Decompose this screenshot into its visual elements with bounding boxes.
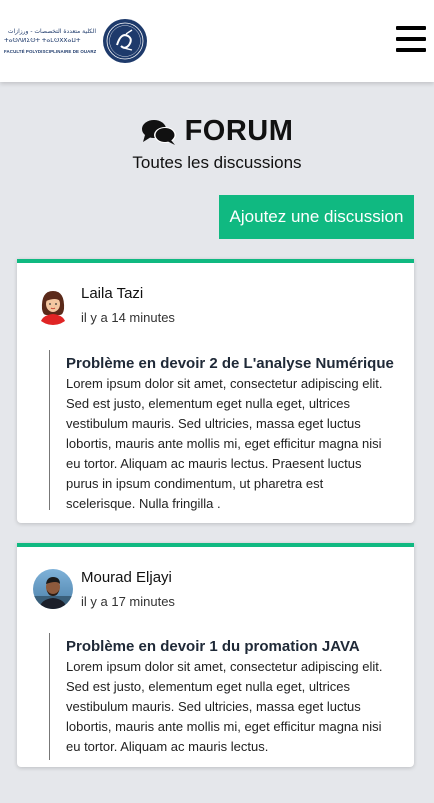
logo-text: الكلية متعددة التخصصات - ورزازات ⵜⴰⵙⴷⵍⵉⵙ… [4, 28, 96, 55]
faculty-logo[interactable]: الكلية متعددة التخصصات - ورزازات ⵜⴰⵙⴷⵍⵉⵙ… [4, 18, 148, 64]
menu-bar [396, 26, 426, 30]
female-avatar-icon [33, 285, 73, 325]
faculty-seal-icon [103, 19, 147, 63]
logo-french-text: FACULTÉ POLYDISCIPLINAIRE DE OUARZAZATE [4, 48, 96, 54]
page-title: FORUM [184, 115, 294, 147]
hamburger-menu-icon[interactable] [396, 24, 426, 54]
post-content: Problème en devoir 2 de L'analyse Numéri… [49, 350, 396, 511]
page-subtitle: Toutes les discussions [132, 153, 302, 172]
menu-bar [396, 37, 426, 41]
post-title[interactable]: Problème en devoir 1 du promation JAVA [66, 637, 396, 657]
menu-bar [396, 48, 426, 52]
logo-arabic-text: الكلية متعددة التخصصات - ورزازات [7, 27, 96, 35]
post-body: Lorem ipsum dolor sit amet, consectetur … [66, 659, 383, 754]
discussion-card[interactable]: Mourad Eljayi il y a 17 minutes Problème… [17, 543, 414, 767]
post-author: Laila Tazi il y a 14 minutes [33, 279, 175, 325]
title-row: FORUM [0, 115, 434, 148]
user-photo-icon [33, 569, 73, 609]
author-name[interactable]: Laila Tazi [81, 285, 175, 303]
logo-tifinagh-text: ⵜⴰⵙⴷⵍⵉⵙⵜ ⵜⴰⵎⵙⴳⴳⴰⵡⵜ [4, 37, 81, 44]
post-body: Lorem ipsum dolor sit amet, consectetur … [66, 376, 383, 511]
post-content: Problème en devoir 1 du promation JAVA L… [49, 633, 396, 760]
add-discussion-button[interactable]: Ajoutez une discussion [219, 195, 414, 239]
post-timestamp: il y a 14 minutes [81, 310, 175, 325]
comments-icon [141, 119, 176, 145]
post-author: Mourad Eljayi il y a 17 minutes [33, 563, 175, 609]
avatar[interactable] [33, 285, 73, 325]
app-header: الكلية متعددة التخصصات - ورزازات ⵜⴰⵙⴷⵍⵉⵙ… [0, 0, 434, 82]
post-title[interactable]: Problème en devoir 2 de L'analyse Numéri… [66, 354, 396, 374]
discussion-card[interactable]: Laila Tazi il y a 14 minutes Problème en… [17, 259, 414, 523]
avatar[interactable] [33, 569, 73, 609]
post-timestamp: il y a 17 minutes [81, 594, 175, 609]
page-heading: FORUM Toutes les discussions [0, 115, 434, 173]
author-name[interactable]: Mourad Eljayi [81, 569, 175, 587]
